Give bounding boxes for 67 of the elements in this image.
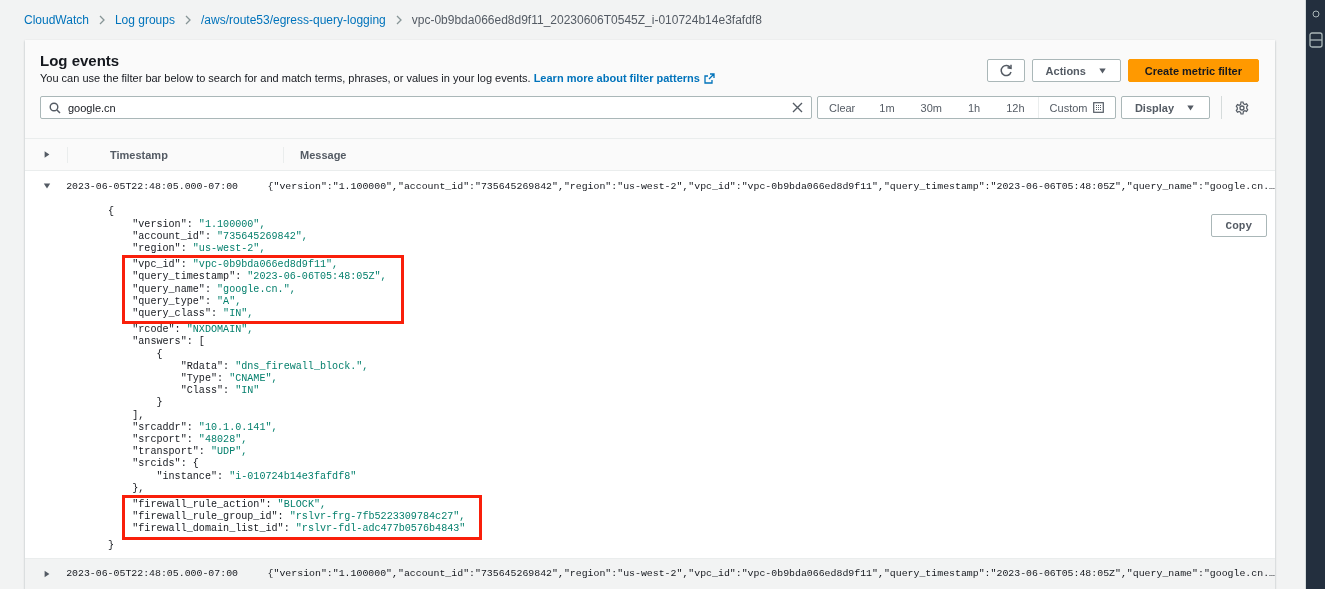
code-line: "query_class": "IN", <box>132 307 254 321</box>
time-range-button[interactable]: 1h <box>955 97 994 118</box>
code-line: } <box>156 397 163 410</box>
code-line: "srcids": { <box>132 458 199 471</box>
message-cell: {"version":"1.100000","account_id":"735645269842","region":"us-west-2","vpc_id":"vpc-0b9bda066ed8d9f11","query_timestamp":"2023-06-06T05:48:05Z","query_name":"google.cn.… <box>267 180 1275 192</box>
code-line: "firewall_rule_group_id": "rslvr-frg-7fb5223309784c27", <box>132 511 466 523</box>
code-line: { <box>156 348 163 361</box>
time-range-button[interactable]: 30m <box>907 97 955 118</box>
code-line: "rcode": "NXDOMAIN", <box>132 324 254 336</box>
chevron-icon <box>395 15 402 25</box>
code-line: { <box>108 206 115 219</box>
caret-icon <box>1186 103 1196 112</box>
panel-title: Log events <box>40 52 121 69</box>
code-line: "query_name": "google.cn.", <box>132 283 296 296</box>
column-header[interactable]: Message <box>283 146 347 163</box>
search-field[interactable]: google.cn <box>40 96 812 119</box>
calendar-icon <box>1092 102 1104 113</box>
caret-icon <box>1097 66 1107 75</box>
code-line: "region": "us-west-2", <box>132 242 266 256</box>
code-line: } <box>108 539 115 552</box>
timestamp-cell-text: 2023-06-05T22:48:05.000-07:00 <box>66 568 239 580</box>
collapse-icon[interactable] <box>42 182 51 191</box>
learn-more-link[interactable]: Learn more about filter patterns <box>533 72 700 84</box>
panel-description: You can use the filter bar below to search for and match terms, phrases, or values in your log events. <box>40 72 531 84</box>
code-line: }, <box>132 482 145 495</box>
breadcrumb-link[interactable]: CloudWatch <box>24 13 89 27</box>
code-line: "answers": [ <box>132 336 205 349</box>
column-header[interactable]: Timestamp <box>67 146 283 163</box>
breadcrumb-link[interactable]: Log groups <box>114 13 175 27</box>
breadcrumb-link[interactable]: /aws/route53/egress-query-logging <box>200 13 386 27</box>
code-line: "firewall_rule_action": "BLOCK", <box>132 499 327 511</box>
external-link-icon <box>703 73 715 84</box>
time-range-button[interactable]: 12h <box>993 97 1038 118</box>
code-line: "instance": "i-010724b14e3fafdf8" <box>156 470 357 483</box>
code-line: "query_timestamp": "2023-06-06T05:48:05Z", <box>132 271 387 284</box>
copy-button[interactable]: Copy <box>1210 214 1267 238</box>
code-line: "query_type": "A", <box>132 295 242 308</box>
time-range-button[interactable]: 1m <box>866 97 908 118</box>
code-line: "srcport": "48028", <box>132 434 248 446</box>
code-line: "srcaddr": "10.1.0.141", <box>132 421 278 434</box>
breadcrumb-current: vpc-0b9bda066ed8d9f11_20230606T0545Z_i-010724b14e3fafdf8 <box>411 13 762 27</box>
layout-icon[interactable] <box>1308 32 1323 48</box>
code-line: "version": "1.100000", <box>132 218 266 231</box>
expand-all-icon[interactable] <box>43 150 51 160</box>
create-metric-filter-button[interactable]: Create metric filter <box>1127 59 1259 82</box>
refresh-icon <box>998 63 1013 78</box>
actions-button[interactable]: Actions <box>1031 59 1121 82</box>
chevron-icon <box>184 15 191 25</box>
chevron-icon <box>98 15 105 25</box>
refresh-button[interactable] <box>986 59 1025 82</box>
settings-icon[interactable] <box>1234 100 1249 115</box>
custom-range-button[interactable]: Custom <box>1037 97 1115 118</box>
code-line: ], <box>132 409 145 422</box>
code-line: "firewall_domain_list_id": "rslvr-fdl-adc477b0576b4843" <box>132 523 466 536</box>
display-button[interactable]: Display <box>1120 96 1210 119</box>
code-line: "account_id": "735645269842", <box>132 230 308 243</box>
clear-icon[interactable] <box>792 102 803 113</box>
expand-icon[interactable] <box>42 569 51 578</box>
code-line: "Rdata": "dns_firewall_block.", <box>180 360 369 373</box>
code-line: "Class": "IN" <box>180 385 260 398</box>
time-range-button[interactable]: Clear <box>818 97 867 118</box>
search-icon <box>49 102 61 114</box>
code-line: "Type": "CNAME", <box>180 373 278 385</box>
code-line: "vpc_id": "vpc-0b9bda066ed8d9f11", <box>132 259 339 271</box>
timestamp-cell-text: 2023-06-05T22:48:05.000-07:00 <box>66 180 239 192</box>
message-cell: {"version":"1.100000","account_id":"735645269842","region":"us-west-2","vpc_id":"vpc-0b9bda066ed8d9f11","query_timestamp":"2023-06-06T05:48:05Z","query_name":"google.cn.… <box>267 568 1275 580</box>
code-line: "transport": "UDP", <box>132 446 248 458</box>
